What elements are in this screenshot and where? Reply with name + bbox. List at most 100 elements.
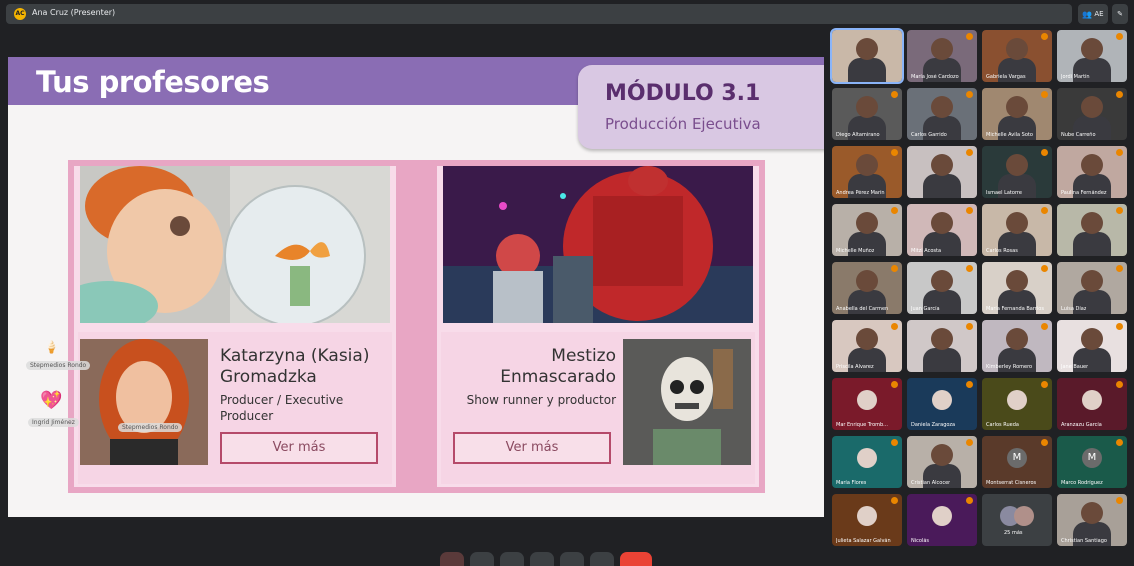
participant-name: Ismael Latorre bbox=[986, 190, 1022, 196]
participant-tile[interactable]: 25 más bbox=[982, 494, 1052, 546]
participant-name: Diego Altamirano bbox=[836, 132, 880, 138]
reactions-button[interactable] bbox=[530, 552, 554, 566]
participant-name: Montserrat Cisneros bbox=[986, 480, 1037, 486]
present-button[interactable] bbox=[560, 552, 584, 566]
participant-video bbox=[1006, 212, 1028, 234]
participant-tile[interactable] bbox=[1057, 204, 1127, 256]
participant-video bbox=[1081, 212, 1103, 234]
participant-tile[interactable]: Michelle Avila Soto bbox=[982, 88, 1052, 140]
participant-tile[interactable]: Ismael Latorre bbox=[982, 146, 1052, 198]
animated-wrestlers-image bbox=[443, 166, 753, 323]
mic-button[interactable] bbox=[440, 552, 464, 566]
participant-tile[interactable]: Aranzazu García bbox=[1057, 378, 1127, 430]
mic-off-icon bbox=[891, 439, 898, 446]
participant-tile[interactable]: Kimberley Romero bbox=[982, 320, 1052, 372]
mic-off-icon bbox=[1116, 439, 1123, 446]
module-subtitle: Producción Ejecutiva bbox=[605, 115, 761, 133]
participant-tile[interactable] bbox=[830, 28, 904, 84]
participant-name: Nube Carreño bbox=[1061, 132, 1096, 138]
teacher-name: Katarzyna (Kasia) Gromadzka bbox=[220, 346, 370, 387]
participant-tile[interactable]: Daniela Zaragoza bbox=[907, 378, 977, 430]
people-icon: 👥 bbox=[1082, 9, 1093, 19]
participant-tile[interactable]: Mar Enrique Tromb... bbox=[832, 378, 902, 430]
participant-tile[interactable]: M Marco Rodríguez bbox=[1057, 436, 1127, 488]
participant-tile[interactable]: Michelle Muñoz bbox=[832, 204, 902, 256]
participant-tile[interactable]: Nube Carreño bbox=[1057, 88, 1127, 140]
participant-tile[interactable]: María Flores bbox=[832, 436, 902, 488]
participant-video bbox=[856, 328, 878, 350]
shared-slide: Tus profesores MÓDULO 3.1 Producción Eje… bbox=[8, 57, 824, 517]
portrait-photo bbox=[80, 339, 208, 465]
mic-off-icon bbox=[966, 381, 973, 388]
mic-off-icon bbox=[891, 381, 898, 388]
ver-mas-button[interactable]: Ver más bbox=[220, 432, 378, 464]
participant-tile[interactable]: Nicolás bbox=[907, 494, 977, 546]
participant-tile[interactable]: Juan García bbox=[907, 262, 977, 314]
mic-off-icon bbox=[966, 497, 973, 504]
participant-name: Luisa Díaz bbox=[1061, 306, 1087, 312]
participant-tile[interactable]: Christian Santiago bbox=[1057, 494, 1127, 546]
teacher-name: Mestizo Enmascarado bbox=[500, 346, 616, 387]
participant-video-body bbox=[923, 348, 961, 372]
participant-tile[interactable]: Luisa Díaz bbox=[1057, 262, 1127, 314]
mic-off-icon bbox=[891, 91, 898, 98]
mic-off-icon bbox=[891, 207, 898, 214]
participant-name: Juan García bbox=[911, 306, 940, 312]
leave-call-button[interactable] bbox=[620, 552, 652, 566]
participant-tile[interactable]: María Fernanda Barrios bbox=[982, 262, 1052, 314]
view-count: AE bbox=[1094, 10, 1104, 18]
participant-name: Jordi Martín bbox=[1061, 74, 1090, 80]
mic-off-icon bbox=[891, 497, 898, 504]
participant-tile[interactable]: María José Cardozo bbox=[907, 30, 977, 82]
teacher-role: Show runner y productor bbox=[466, 393, 616, 407]
mic-off-icon bbox=[1116, 323, 1123, 330]
pin-button[interactable]: ✎ bbox=[1112, 4, 1128, 24]
participant-tile[interactable]: Andrea Pérez Marín bbox=[832, 146, 902, 198]
mic-off-icon bbox=[966, 323, 973, 330]
captions-button[interactable] bbox=[500, 552, 524, 566]
camera-button[interactable] bbox=[470, 552, 494, 566]
mic-off-icon bbox=[1041, 149, 1048, 156]
participant-tile[interactable]: Carlos Rueda bbox=[982, 378, 1052, 430]
participant-tile[interactable]: Jane Bauer bbox=[1057, 320, 1127, 372]
participant-video bbox=[1081, 502, 1103, 524]
participant-video bbox=[856, 96, 878, 118]
participant-avatar bbox=[857, 506, 877, 526]
mic-off-icon bbox=[1041, 323, 1048, 330]
participant-tile[interactable]: Gabriela Vargas bbox=[982, 30, 1052, 82]
participant-tile[interactable]: Cristian Alcocer bbox=[907, 436, 977, 488]
participant-tile[interactable]: M Montserrat Cisneros bbox=[982, 436, 1052, 488]
participant-initial: M bbox=[1082, 448, 1102, 468]
participant-video bbox=[1006, 328, 1028, 350]
participant-tile[interactable]: Diego Altamirano bbox=[832, 88, 902, 140]
participant-tile[interactable] bbox=[907, 146, 977, 198]
participant-name: Cristian Alcocer bbox=[911, 480, 951, 486]
participant-name: Gabriela Vargas bbox=[986, 74, 1026, 80]
participant-name: María José Cardozo bbox=[911, 74, 959, 80]
participant-tile[interactable]: Priscila Álvarez bbox=[832, 320, 902, 372]
participant-name: Carlos Garrido bbox=[911, 132, 947, 138]
participant-tile[interactable]: Mitzi Acosta bbox=[907, 204, 977, 256]
participant-tile[interactable]: Anabella del Carmen bbox=[832, 262, 902, 314]
teacher-card-info: Mestizo Enmascarado Show runner y produc… bbox=[441, 332, 755, 484]
participant-tile[interactable]: Carlos Garrido bbox=[907, 88, 977, 140]
participant-video bbox=[1006, 154, 1028, 176]
participant-tile[interactable] bbox=[907, 320, 977, 372]
participant-tile[interactable]: Paulina Fernández bbox=[1057, 146, 1127, 198]
participant-avatar bbox=[857, 448, 877, 468]
slide-title: Tus profesores bbox=[36, 65, 270, 99]
ver-mas-button[interactable]: Ver más bbox=[453, 432, 611, 464]
participant-name: Paulina Fernández bbox=[1061, 190, 1107, 196]
participant-tile[interactable]: Carlos Rosas bbox=[982, 204, 1052, 256]
participant-tile[interactable]: Julieta Salazar Galván bbox=[832, 494, 902, 546]
participant-tile[interactable]: Jordi Martín bbox=[1057, 30, 1127, 82]
participant-video bbox=[931, 96, 953, 118]
reaction-name-1: Stepmedios Rondo bbox=[26, 361, 91, 370]
participant-name: Julieta Salazar Galván bbox=[836, 538, 891, 544]
participant-video bbox=[856, 270, 878, 292]
mic-off-icon bbox=[966, 439, 973, 446]
mic-off-icon bbox=[1116, 91, 1123, 98]
layout-button[interactable]: 👥 AE bbox=[1078, 4, 1108, 24]
more-options-button[interactable] bbox=[590, 552, 614, 566]
mic-off-icon bbox=[966, 265, 973, 272]
